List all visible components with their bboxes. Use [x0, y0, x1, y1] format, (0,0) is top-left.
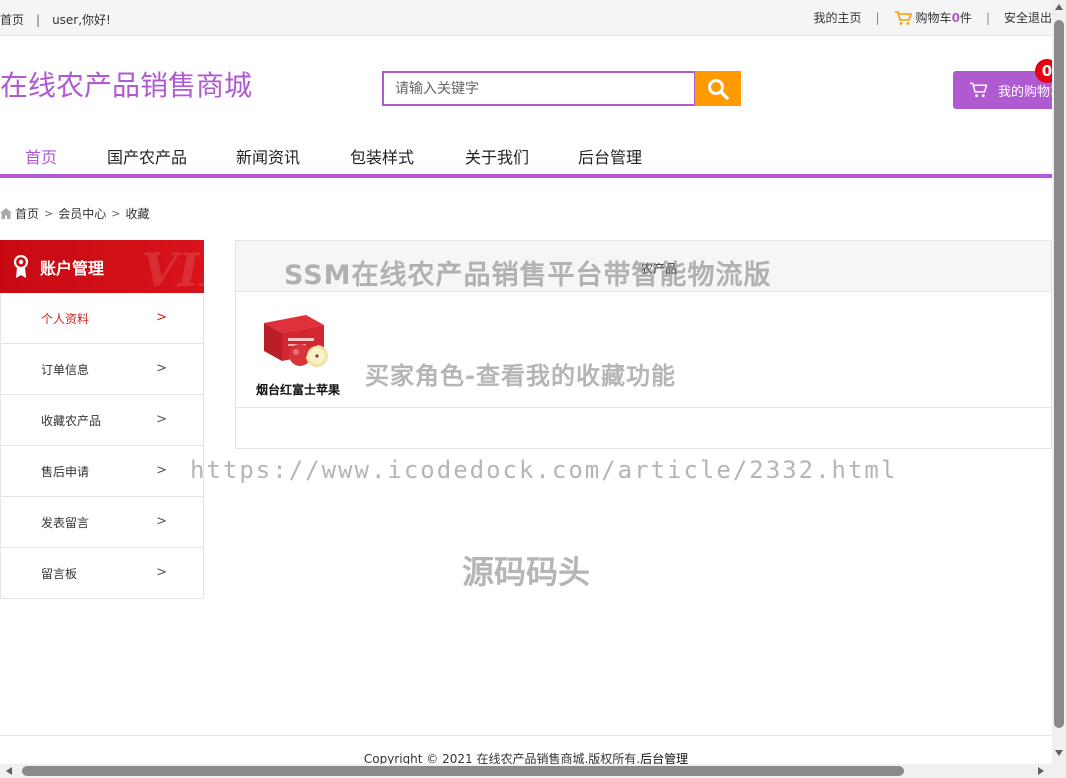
scroll-right-icon[interactable]	[1038, 767, 1044, 775]
sidebar-item[interactable]: 收藏农产品 >	[0, 395, 204, 446]
top-bar: 首页 | user,你好! 我的主页 | 购物车 0 件 | 安全退出	[0, 0, 1052, 36]
cart-count-badge: 0	[1035, 59, 1052, 83]
sidebar-menu: 个人资料 > 订单信息 > 收藏农产品 > 售后申请 > 发表留言 > 留言板 >	[0, 293, 204, 599]
nav-item[interactable]: 包装样式	[350, 134, 414, 168]
scrollbar-corner	[1052, 764, 1066, 778]
product-name[interactable]: 烟台红富士苹果	[256, 381, 340, 398]
product-image	[264, 315, 328, 367]
top-cart-link[interactable]: 购物车 0 件	[894, 9, 972, 26]
copyright-text: Copyright © 2021 在线农产品销售商城.版权所有.	[363, 752, 641, 764]
tab-products[interactable]: 农产品	[641, 260, 677, 277]
sidebar-item-label: 发表留言	[41, 515, 90, 530]
sidebar-header: 账户管理 VIP	[0, 240, 204, 293]
cart-icon	[969, 82, 988, 98]
logout-link[interactable]: 安全退出	[1004, 9, 1052, 26]
search-input[interactable]	[382, 71, 696, 106]
top-cart-unit: 件	[959, 11, 972, 25]
chevron-right-icon: >	[156, 361, 167, 376]
apple-box-image[interactable]	[262, 311, 334, 369]
account-sidebar: 账户管理 VIP 个人资料 > 订单信息 > 收藏农产品 > 售后申请 > 发表留言 > 留言板 >	[0, 240, 204, 599]
scroll-left-icon[interactable]	[6, 767, 12, 775]
search-icon	[708, 78, 729, 100]
breadcrumb-home[interactable]: 首页	[15, 205, 39, 222]
breadcrumb: 首页 > 会员中心 > 收藏	[0, 205, 149, 222]
footer-admin-link[interactable]: 后台管理	[640, 752, 688, 764]
divider: |	[36, 13, 41, 27]
search-button[interactable]	[695, 71, 741, 106]
nav-item[interactable]: 国产农产品	[107, 134, 187, 168]
top-cart-label: 购物车	[915, 11, 952, 25]
sidebar-item-label: 留言板	[41, 566, 78, 581]
sidebar-item[interactable]: 售后申请 >	[0, 446, 204, 497]
my-home-link[interactable]: 我的主页	[813, 9, 861, 26]
sidebar-item[interactable]: 个人资料 >	[0, 293, 204, 344]
sidebar-item-label: 订单信息	[41, 362, 90, 377]
chevron-right-icon: >	[156, 514, 167, 529]
cart-icon	[894, 10, 912, 25]
my-cart-label: 我的购物车	[997, 84, 1052, 100]
watermark-brand: 源码码头	[462, 553, 591, 591]
sidebar-title: 账户管理	[40, 258, 105, 278]
horizontal-scrollbar[interactable]	[0, 764, 1052, 778]
favorites-panel: 农产品 烟台红富士苹果	[235, 240, 1052, 449]
breadcrumb-member[interactable]: 会员中心	[58, 205, 106, 222]
scroll-up-icon[interactable]	[1055, 4, 1063, 10]
breadcrumb-current: 收藏	[125, 207, 150, 221]
divider: |	[985, 10, 990, 25]
nav-item[interactable]: 关于我们	[465, 134, 529, 168]
sidebar-item[interactable]: 留言板 >	[0, 548, 204, 599]
watermark-url: https://www.icodedock.com/article/2332.h…	[190, 456, 898, 484]
favorite-product-card[interactable]: 烟台红富士苹果	[256, 311, 340, 398]
footer: Copyright © 2021 在线农产品销售商城.版权所有.后台管理	[0, 735, 1052, 764]
sidebar-item-label: 收藏农产品	[41, 413, 102, 428]
nav-item[interactable]: 后台管理	[578, 134, 642, 168]
chevron-right-icon: >	[156, 310, 167, 325]
main-nav: 首页 国产农产品 新闻资讯 包装样式 关于我们 后台管理	[0, 134, 1052, 178]
nav-item[interactable]: 新闻资讯	[236, 134, 300, 168]
chevron-right-icon: >	[111, 207, 121, 220]
chevron-right-icon: >	[156, 463, 167, 478]
sidebar-item-label: 个人资料	[41, 311, 90, 326]
search-bar	[382, 71, 741, 106]
top-home-link[interactable]: 首页	[0, 13, 24, 27]
home-icon	[0, 208, 12, 219]
top-right: 我的主页 | 购物车 0 件 | 安全退出	[813, 9, 1052, 26]
nav-item[interactable]: 首页	[25, 134, 57, 168]
top-left: 首页 | user,你好!	[0, 11, 111, 28]
vertical-scrollbar[interactable]	[1052, 0, 1066, 764]
top-cart-count: 0	[951, 10, 960, 25]
sidebar-item[interactable]: 发表留言 >	[0, 497, 204, 548]
chevron-right-icon: >	[44, 207, 54, 220]
vertical-scroll-thumb[interactable]	[1054, 20, 1064, 728]
divider: |	[875, 10, 880, 25]
panel-divider	[236, 407, 1051, 408]
chevron-right-icon: >	[156, 412, 167, 427]
sidebar-item-label: 售后申请	[41, 464, 90, 479]
greeting-text: user,你好!	[52, 13, 111, 27]
scroll-down-icon[interactable]	[1055, 750, 1063, 756]
vip-decor: VIP	[142, 243, 204, 293]
site-logo[interactable]: 在线农产品销售商城	[0, 64, 252, 104]
sidebar-item[interactable]: 订单信息 >	[0, 344, 204, 395]
favorites-header: 农产品	[236, 241, 1051, 292]
page: 首页 | user,你好! 我的主页 | 购物车 0 件 | 安全退出 在线农产品销售商…	[0, 0, 1052, 764]
medal-icon	[13, 254, 29, 278]
chevron-right-icon: >	[156, 565, 167, 580]
horizontal-scroll-thumb[interactable]	[22, 766, 904, 776]
